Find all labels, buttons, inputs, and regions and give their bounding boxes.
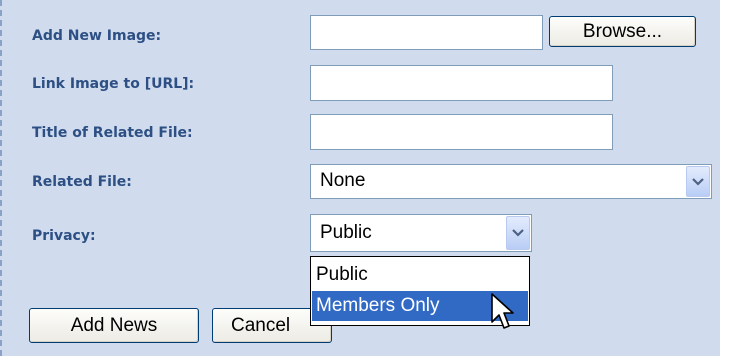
privacy-label: Privacy: bbox=[32, 228, 96, 244]
chevron-down-icon bbox=[512, 229, 524, 237]
chevron-down-icon bbox=[692, 177, 704, 186]
title-related-label: Title of Related File: bbox=[32, 125, 193, 141]
add-news-button[interactable]: Add News bbox=[29, 308, 199, 343]
link-url-input[interactable] bbox=[310, 65, 613, 101]
image-file-input[interactable] bbox=[310, 15, 543, 50]
related-file-label: Related File: bbox=[32, 174, 132, 190]
privacy-option-public[interactable]: Public bbox=[312, 260, 528, 290]
link-url-label: Link Image to [URL]: bbox=[32, 76, 195, 92]
title-related-input[interactable] bbox=[310, 114, 613, 150]
related-file-value: None bbox=[320, 170, 366, 191]
add-image-label: Add New Image: bbox=[32, 28, 162, 44]
related-file-select[interactable]: None bbox=[310, 164, 712, 199]
browse-button[interactable]: Browse... bbox=[549, 16, 696, 47]
mouse-cursor-icon bbox=[491, 293, 514, 329]
privacy-dropdown-button[interactable] bbox=[506, 216, 530, 250]
related-dropdown-button[interactable] bbox=[686, 166, 710, 197]
privacy-value: Public bbox=[320, 222, 372, 243]
privacy-select[interactable]: Public bbox=[310, 214, 532, 252]
